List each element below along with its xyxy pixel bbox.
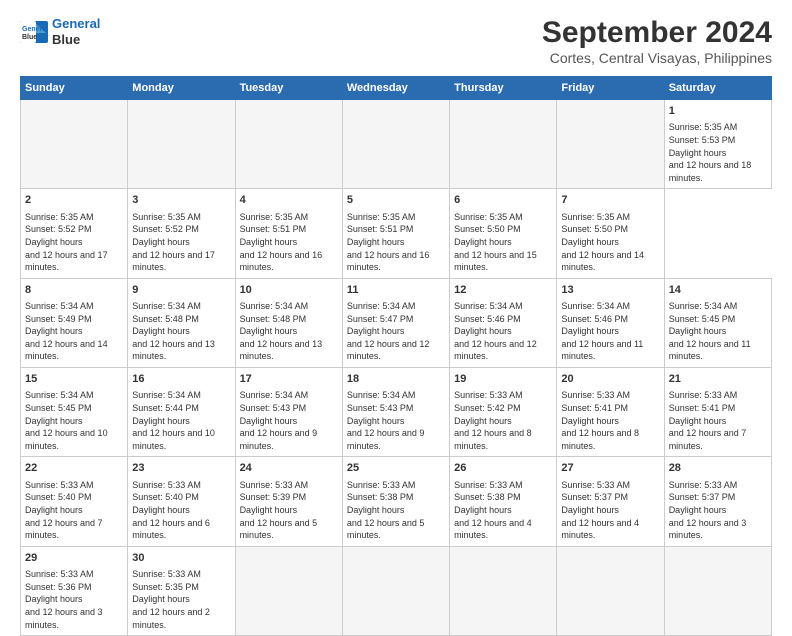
table-row: 11Sunrise: 5:34 AMSunset: 5:47 PMDayligh…: [342, 278, 449, 367]
main-title: September 2024: [542, 16, 772, 50]
logo-icon: General Blue: [20, 21, 48, 43]
table-row: 28Sunrise: 5:33 AMSunset: 5:37 PMDayligh…: [664, 457, 771, 546]
table-row: 23Sunrise: 5:33 AMSunset: 5:40 PMDayligh…: [128, 457, 235, 546]
title-block: September 2024 Cortes, Central Visayas, …: [542, 16, 772, 66]
empty-cell: [557, 100, 664, 189]
table-row: 21Sunrise: 5:33 AMSunset: 5:41 PMDayligh…: [664, 368, 771, 457]
table-row: 24Sunrise: 5:33 AMSunset: 5:39 PMDayligh…: [235, 457, 342, 546]
table-row: 3Sunrise: 5:35 AMSunset: 5:52 PMDaylight…: [128, 189, 235, 278]
table-row: 26Sunrise: 5:33 AMSunset: 5:38 PMDayligh…: [450, 457, 557, 546]
page: General Blue General Blue September 2024…: [0, 0, 792, 612]
table-row: 8Sunrise: 5:34 AMSunset: 5:49 PMDaylight…: [21, 278, 128, 367]
empty-cell: [450, 100, 557, 189]
table-row: 16Sunrise: 5:34 AMSunset: 5:44 PMDayligh…: [128, 368, 235, 457]
empty-cell: [557, 546, 664, 635]
svg-text:General: General: [22, 26, 48, 33]
col-saturday: Saturday: [664, 77, 771, 100]
table-row: 10Sunrise: 5:34 AMSunset: 5:48 PMDayligh…: [235, 278, 342, 367]
empty-cell: [21, 100, 128, 189]
table-row: 14Sunrise: 5:34 AMSunset: 5:45 PMDayligh…: [664, 278, 771, 367]
table-row: 29Sunrise: 5:33 AMSunset: 5:36 PMDayligh…: [21, 546, 128, 635]
subtitle: Cortes, Central Visayas, Philippines: [542, 50, 772, 66]
empty-cell: [664, 546, 771, 635]
table-row: 18Sunrise: 5:34 AMSunset: 5:43 PMDayligh…: [342, 368, 449, 457]
header: General Blue General Blue September 2024…: [20, 16, 772, 66]
table-row: 20Sunrise: 5:33 AMSunset: 5:41 PMDayligh…: [557, 368, 664, 457]
table-row: 19Sunrise: 5:33 AMSunset: 5:42 PMDayligh…: [450, 368, 557, 457]
table-row: 7Sunrise: 5:35 AMSunset: 5:50 PMDaylight…: [557, 189, 664, 278]
table-row: 13Sunrise: 5:34 AMSunset: 5:46 PMDayligh…: [557, 278, 664, 367]
table-row: 1Sunrise: 5:35 AMSunset: 5:53 PMDaylight…: [664, 100, 771, 189]
table-row: 9Sunrise: 5:34 AMSunset: 5:48 PMDaylight…: [128, 278, 235, 367]
empty-cell: [235, 546, 342, 635]
empty-cell: [450, 546, 557, 635]
table-row: 15Sunrise: 5:34 AMSunset: 5:45 PMDayligh…: [21, 368, 128, 457]
logo-line1: General: [52, 16, 100, 31]
svg-text:Blue: Blue: [22, 34, 37, 41]
empty-cell: [342, 546, 449, 635]
logo-text: General Blue: [52, 16, 100, 47]
table-row: 25Sunrise: 5:33 AMSunset: 5:38 PMDayligh…: [342, 457, 449, 546]
table-row: 6Sunrise: 5:35 AMSunset: 5:50 PMDaylight…: [450, 189, 557, 278]
logo: General Blue General Blue: [20, 16, 100, 47]
empty-cell: [235, 100, 342, 189]
table-row: 12Sunrise: 5:34 AMSunset: 5:46 PMDayligh…: [450, 278, 557, 367]
col-thursday: Thursday: [450, 77, 557, 100]
empty-cell: [128, 100, 235, 189]
table-row: 22Sunrise: 5:33 AMSunset: 5:40 PMDayligh…: [21, 457, 128, 546]
table-row: 5Sunrise: 5:35 AMSunset: 5:51 PMDaylight…: [342, 189, 449, 278]
table-row: 2Sunrise: 5:35 AMSunset: 5:52 PMDaylight…: [21, 189, 128, 278]
col-wednesday: Wednesday: [342, 77, 449, 100]
table-row: 4Sunrise: 5:35 AMSunset: 5:51 PMDaylight…: [235, 189, 342, 278]
col-sunday: Sunday: [21, 77, 128, 100]
table-row: 30Sunrise: 5:33 AMSunset: 5:35 PMDayligh…: [128, 546, 235, 635]
empty-cell: [342, 100, 449, 189]
col-tuesday: Tuesday: [235, 77, 342, 100]
table-row: 27Sunrise: 5:33 AMSunset: 5:37 PMDayligh…: [557, 457, 664, 546]
calendar-table: Sunday Monday Tuesday Wednesday Thursday…: [20, 76, 772, 636]
logo-line2: Blue: [52, 32, 100, 48]
col-friday: Friday: [557, 77, 664, 100]
header-row: Sunday Monday Tuesday Wednesday Thursday…: [21, 77, 772, 100]
col-monday: Monday: [128, 77, 235, 100]
table-row: 17Sunrise: 5:34 AMSunset: 5:43 PMDayligh…: [235, 368, 342, 457]
